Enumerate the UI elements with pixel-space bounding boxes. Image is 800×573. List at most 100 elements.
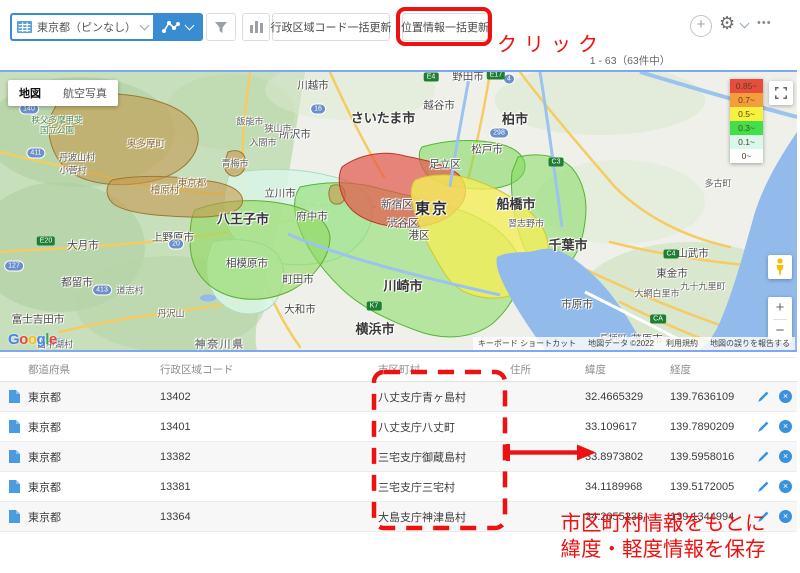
cell-longitude: 139.7890209 [670,420,735,433]
view-select-field[interactable]: 東京都（ピンなし） [10,13,153,41]
graph-icon [161,20,180,34]
record-table: 都道府県 行政区域コード 市区町村 住所 緯度 経度 東京都 13402 八丈支庁青ヶ島村 32… [0,357,797,532]
delete-button[interactable]: × [779,420,792,433]
annotation-note-line1: 市区町村情報をもとに [560,512,766,535]
cell-prefecture: 東京都 [28,451,61,464]
record-cell-icon [0,390,28,403]
road-shield: CA [650,314,666,324]
column-header: 住所 [510,364,531,376]
cell-admin-code: 13382 [160,450,191,463]
map-attribution: キーボード ショートカット 地図データ ©2022 利用規約 地図の誤りを報告する [472,337,795,350]
cell-actions: × [755,480,797,493]
edit-pencil-button[interactable] [757,420,770,433]
filter-button[interactable] [206,13,236,41]
cell-city: 三宅支庁御蔵島村 [378,451,466,464]
options-dots-icon[interactable]: ••• [757,17,772,29]
column-header: 経度 [670,364,691,376]
chevron-down-icon [139,20,150,31]
cell-city: 八丈支庁八丈町 [378,421,455,434]
cell-admin-code: 13364 [160,510,191,523]
table-body: 東京都 13402 八丈支庁青ヶ島村 32.4665329 139.7636109 × 東京… [0,382,797,532]
annotation-click-label: クリック [497,34,605,56]
map-canvas[interactable]: 東京 さいたま市 千葉市 横浜市 川崎市 八王子市 船橋市 柏市 川越市 越谷市 野田市 松戸市 足立区… [0,70,797,352]
pegman-control[interactable] [768,255,792,279]
cell-actions: × [755,420,797,433]
cell-city: 三宅支庁三宅村 [378,481,455,494]
edit-pencil-button[interactable] [757,450,770,463]
legend-item: 0.1~ [730,135,763,149]
delete-button[interactable]: × [779,480,792,493]
attribution-link[interactable]: キーボード ショートカット [478,338,576,349]
google-logo-letter: o [27,331,37,348]
legend-item: 0.7~ [730,93,763,107]
tab-satellite[interactable]: 航空写真 [52,85,118,101]
google-logo-letter: g [36,331,46,348]
cell-longitude: 139.5172005 [670,480,735,493]
road-shield: C3 [548,157,564,167]
record-file-icon[interactable] [8,480,20,493]
road-shield: 20 [168,238,184,250]
google-logo[interactable]: Google [8,331,57,348]
road-shield: 411 [26,147,46,159]
record-file-icon[interactable] [8,450,20,463]
edit-pencil-button[interactable] [757,480,770,493]
annotation-note: 市区町村情報をもとに 緯度・軽度情報を保存 [528,511,798,562]
google-logo-letter: e [48,331,57,348]
bar-chart-icon [249,21,263,33]
map-artwork [0,72,797,350]
column-header: 市区町村 [378,364,420,376]
road-shield: 4 [503,73,515,85]
graph-view-button[interactable] [153,13,203,41]
road-shield: 298 [489,127,509,139]
tab-map[interactable]: 地図 [8,85,52,101]
cell-prefecture: 東京都 [28,391,61,404]
delete-button[interactable]: × [779,450,792,463]
delete-button[interactable]: × [779,390,792,403]
view-selector[interactable]: 東京都（ピンなし） [10,13,203,41]
cell-prefecture: 東京都 [28,511,61,524]
funnel-icon [214,21,228,34]
record-cell-icon [0,510,28,523]
cell-city: 八丈支庁青ヶ島村 [378,391,466,404]
edit-pencil-button[interactable] [757,390,770,403]
record-cell-icon [0,420,28,433]
column-header: 都道府県 [28,364,70,376]
google-logo-letter: o [19,331,28,348]
record-file-icon[interactable] [8,510,20,523]
view-select-label: 東京都（ピンなし） [37,22,136,34]
table-row: 東京都 13401 八丈支庁八丈町 33.109617 139.7890209 × [0,412,797,442]
record-file-icon[interactable] [8,420,20,433]
pegman-icon [774,258,786,276]
choropleth-legend: 0.85~ 0.7~ 0.5~ 0.3~ 0.1~ 0~ [730,79,763,163]
attribution-link[interactable]: 地図の誤りを報告する [710,338,790,349]
cell-latitude: 33.8973802 [585,450,644,463]
cell-prefecture: 東京都 [28,421,61,434]
legend-item: 0~ [730,149,763,163]
cell-admin-code: 13401 [160,420,191,433]
zoom-in-button[interactable]: + [768,297,792,319]
map-type-tabs: 地図 航空写真 [8,80,118,106]
record-file-icon[interactable] [8,390,20,403]
add-record-button[interactable]: + [690,15,712,37]
location-update-button[interactable]: 位置情報一括更新 [401,13,489,41]
legend-item: 0.5~ [730,107,763,121]
column-header: 緯度 [585,364,606,376]
road-shield: E4 [423,72,439,82]
cell-admin-code: 13402 [160,390,191,403]
attribution-link[interactable]: 利用規約 [666,338,698,349]
annotation-note-line2: 緯度・軽度情報を保存 [560,537,766,561]
cell-city: 大島支庁神津島村 [378,511,466,524]
road-shield: 16 [310,103,326,115]
app-root: 東京都（ピンなし） 行政区域コード一括更新 位置情報一括更新 + ⚙ ••• 1… [0,0,800,573]
admin-code-update-button[interactable]: 行政区域コード一括更新 [271,13,392,41]
legend-item: 0.85~ [730,79,763,93]
road-shield: E20 [36,236,56,246]
cell-admin-code: 13381 [160,480,191,493]
table-view-icon [17,21,32,33]
chart-button[interactable] [242,13,270,41]
cell-longitude: 139.5958016 [670,450,735,463]
fullscreen-button[interactable] [769,81,793,105]
road-shield: C4 [663,249,679,259]
chevron-down-icon[interactable] [739,18,750,29]
settings-gear-icon[interactable]: ⚙ [719,13,735,34]
